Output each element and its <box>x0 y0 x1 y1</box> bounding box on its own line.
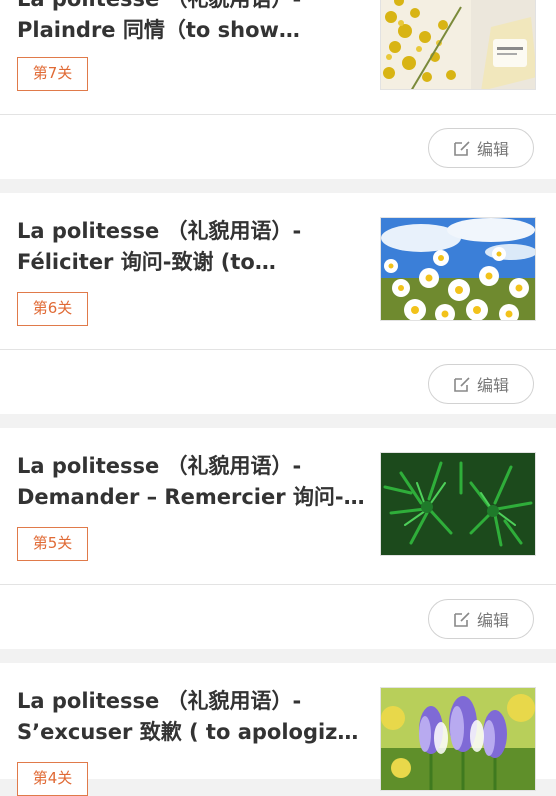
level-badge: 第6关 <box>17 292 88 326</box>
lesson-title: La politesse （礼貌用语）- S’excuser 致歉 ( to a… <box>17 689 367 744</box>
lesson-title: La politesse （礼貌用语）- Plaindre 同情（to show… <box>17 0 301 42</box>
action-bar: 编辑 <box>0 115 556 179</box>
level-badge: 第4关 <box>17 762 88 796</box>
lesson-card[interactable]: La politesse （礼貌用语）- Plaindre 同情（to show… <box>0 0 556 114</box>
action-bar: 编辑 <box>0 350 556 414</box>
lesson-title: La politesse （礼貌用语）- Demander – Remercie… <box>17 454 367 509</box>
edit-label: 编辑 <box>476 376 509 395</box>
edit-icon <box>454 612 470 627</box>
edit-label: 编辑 <box>476 611 509 630</box>
edit-icon <box>454 377 470 392</box>
lesson-card[interactable]: La politesse （礼貌用语）- Féliciter 询问-致谢 (to… <box>0 193 556 349</box>
edit-icon <box>454 141 470 156</box>
lesson-thumbnail <box>380 217 536 321</box>
lesson-title: La politesse （礼貌用语）- Féliciter 询问-致谢 (to… <box>17 219 302 274</box>
lesson-thumbnail <box>380 452 536 556</box>
lesson-card[interactable]: La politesse （礼貌用语）- S’excuser 致歉 ( to a… <box>0 663 556 796</box>
edit-button[interactable]: 编辑 <box>428 128 534 168</box>
lesson-thumbnail <box>380 0 536 90</box>
lesson-card[interactable]: La politesse （礼貌用语）- Demander – Remercie… <box>0 428 556 584</box>
edit-button[interactable]: 编辑 <box>428 364 534 404</box>
edit-label: 编辑 <box>476 140 509 159</box>
lesson-thumbnail <box>380 687 536 791</box>
level-badge: 第5关 <box>17 527 88 561</box>
edit-button[interactable]: 编辑 <box>428 599 534 639</box>
level-badge: 第7关 <box>17 57 88 91</box>
action-bar: 编辑 <box>0 585 556 649</box>
